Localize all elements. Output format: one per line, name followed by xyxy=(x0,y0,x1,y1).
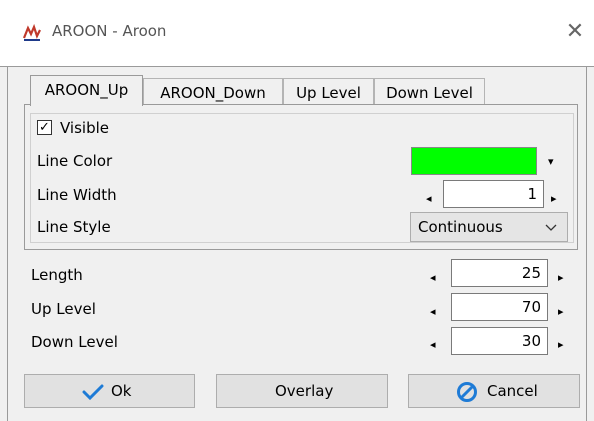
visible-label: Visible xyxy=(60,119,109,137)
line-width-input[interactable]: 1 xyxy=(443,180,544,208)
tab-up-level[interactable]: Up Level xyxy=(283,78,374,106)
line-color-label: Line Color xyxy=(37,152,113,170)
title-bar: AROON - Aroon ✕ xyxy=(0,0,594,66)
line-style-select[interactable]: Continuous xyxy=(410,212,568,242)
line-width-decrease-icon[interactable]: ◂ xyxy=(426,193,432,204)
up-level-increase-icon[interactable]: ▸ xyxy=(558,306,564,317)
down-level-input[interactable]: 30 xyxy=(451,327,548,355)
tab-down-level[interactable]: Down Level xyxy=(374,78,485,106)
up-level-decrease-icon[interactable]: ◂ xyxy=(430,306,436,317)
length-label: Length xyxy=(31,266,83,284)
line-style-value: Continuous xyxy=(418,218,503,236)
color-dropdown-arrow-icon[interactable]: ▾ xyxy=(548,156,554,167)
line-width-label: Line Width xyxy=(37,186,117,204)
down-level-increase-icon[interactable]: ▸ xyxy=(558,339,564,350)
cancel-button[interactable]: Cancel xyxy=(408,374,580,408)
window-title: AROON - Aroon xyxy=(52,22,167,40)
checkmark-icon xyxy=(82,384,104,400)
tab-aroon-up[interactable]: AROON_Up xyxy=(30,75,143,106)
close-icon[interactable]: ✕ xyxy=(561,18,589,46)
length-input[interactable]: 25 xyxy=(451,259,548,287)
cancel-label: Cancel xyxy=(487,382,538,400)
ok-label: Ok xyxy=(111,382,132,400)
line-width-increase-icon[interactable]: ▸ xyxy=(551,193,557,204)
length-decrease-icon[interactable]: ◂ xyxy=(430,272,436,283)
overlay-button[interactable]: Overlay xyxy=(216,374,388,408)
up-level-label: Up Level xyxy=(31,300,96,318)
chevron-down-icon xyxy=(545,224,557,231)
down-level-decrease-icon[interactable]: ◂ xyxy=(430,339,436,350)
length-increase-icon[interactable]: ▸ xyxy=(558,272,564,283)
chart-app-icon xyxy=(22,24,42,42)
tab-aroon-down[interactable]: AROON_Down xyxy=(143,78,283,106)
line-color-swatch[interactable] xyxy=(411,147,537,175)
cancel-icon xyxy=(457,382,477,402)
up-level-input[interactable]: 70 xyxy=(451,293,548,321)
line-style-label: Line Style xyxy=(37,218,111,236)
visible-checkbox[interactable]: ✓ xyxy=(37,120,52,135)
overlay-label: Overlay xyxy=(275,382,334,400)
down-level-label: Down Level xyxy=(31,333,118,351)
ok-button[interactable]: Ok xyxy=(24,374,195,408)
